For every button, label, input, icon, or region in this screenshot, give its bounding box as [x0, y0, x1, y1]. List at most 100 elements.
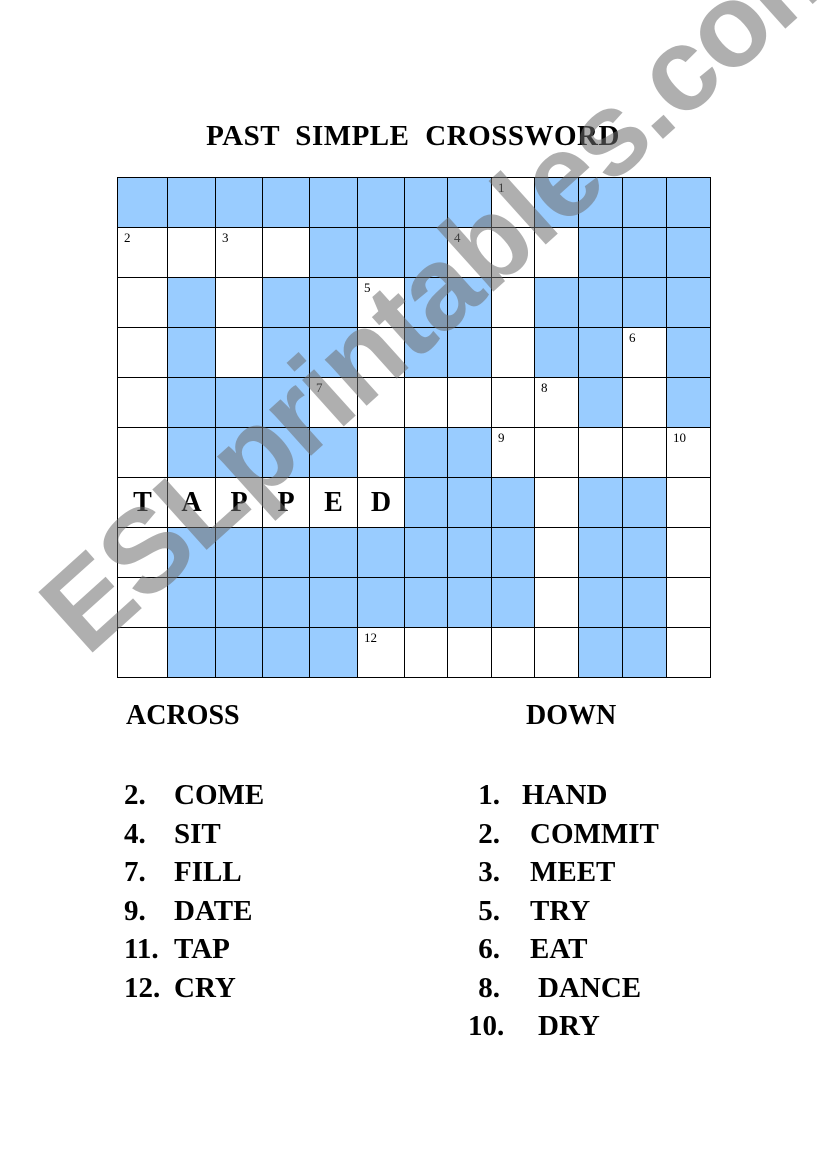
grid-cell-open[interactable]: 3 [216, 228, 263, 278]
grid-cell-blocked [168, 378, 216, 428]
grid-cell-blocked [168, 578, 216, 628]
across-clue: 12. CRY [124, 969, 264, 1008]
grid-cell-open[interactable]: D [358, 478, 405, 528]
grid-cell-open[interactable]: 1 [492, 178, 535, 228]
across-clue-list: 2. COME 4. SIT 7. FILL 9. DATE 11. TAP 12. CRY [124, 776, 264, 1007]
grid-cell-blocked [448, 328, 492, 378]
grid-cell-blocked [667, 328, 711, 378]
grid-cell-open[interactable] [118, 628, 168, 678]
grid-cell-open[interactable]: 7 [310, 378, 358, 428]
clue-number-label: 2. [124, 779, 146, 811]
grid-cell-blocked [448, 278, 492, 328]
grid-cell-open[interactable] [168, 228, 216, 278]
grid-cell-blocked [216, 428, 263, 478]
grid-cell-open[interactable] [358, 328, 405, 378]
grid-cell-open[interactable] [492, 628, 535, 678]
grid-cell-blocked [263, 428, 310, 478]
grid-cell-open[interactable] [579, 428, 623, 478]
grid-cell-open[interactable]: P [263, 478, 310, 528]
grid-cell-blocked [168, 328, 216, 378]
clue-number-label: 5. [478, 894, 500, 927]
grid-cell-blocked [405, 178, 448, 228]
across-clue: 7. FILL [124, 853, 264, 892]
grid-cell-open[interactable] [448, 628, 492, 678]
grid-cell-open[interactable] [535, 578, 579, 628]
clue-number-label: 9. [124, 894, 146, 927]
clue-number: 9 [498, 430, 505, 445]
grid-cell-open[interactable] [535, 428, 579, 478]
grid-cell-open[interactable] [492, 228, 535, 278]
grid-cell-blocked [263, 178, 310, 228]
grid-cell-open[interactable] [358, 428, 405, 478]
grid-cell-open[interactable]: 2 [118, 228, 168, 278]
grid-cell-open[interactable] [667, 478, 711, 528]
filled-letter: D [370, 486, 392, 518]
clue-word: FILL [174, 856, 242, 888]
down-clue: 1. HAND [468, 776, 659, 815]
page-title: PAST SIMPLE CROSSWORD [206, 120, 620, 152]
grid-cell-blocked [579, 378, 623, 428]
grid-cell-open[interactable] [623, 428, 667, 478]
grid-cell-blocked [263, 278, 310, 328]
grid-cell-open[interactable]: 6 [623, 328, 667, 378]
clue-word: DRY [538, 1010, 600, 1042]
crossword-grid: 1 2 3 4 5 6 7 8 9 10 T A P P E D 12 [117, 177, 711, 678]
grid-cell-open[interactable] [358, 378, 405, 428]
grid-cell-open[interactable] [492, 328, 535, 378]
grid-cell-open[interactable] [667, 628, 711, 678]
clue-word: SIT [174, 817, 221, 850]
grid-cell-open[interactable] [118, 528, 168, 578]
grid-cell-blocked [310, 328, 358, 378]
grid-cell-open[interactable] [118, 378, 168, 428]
grid-cell-open[interactable]: 9 [492, 428, 535, 478]
clue-number-label: 7. [124, 856, 146, 888]
grid-cell-open[interactable]: 5 [358, 278, 405, 328]
grid-cell-open[interactable]: A [168, 478, 216, 528]
grid-cell-open[interactable] [492, 278, 535, 328]
grid-cell-open[interactable] [535, 478, 579, 528]
grid-cell-open[interactable] [118, 578, 168, 628]
filled-letter: P [230, 486, 248, 518]
grid-cell-open[interactable] [623, 378, 667, 428]
grid-cell-open[interactable] [492, 378, 535, 428]
clue-number: 3 [222, 230, 229, 245]
grid-cell-blocked [358, 228, 405, 278]
down-clue: 6. EAT [468, 930, 659, 969]
grid-cell-blocked [579, 628, 623, 678]
grid-cell-blocked [448, 428, 492, 478]
grid-cell-blocked [623, 528, 667, 578]
grid-cell-open[interactable] [216, 328, 263, 378]
grid-cell-blocked [310, 578, 358, 628]
grid-cell-open[interactable] [535, 528, 579, 578]
grid-cell-open[interactable] [667, 578, 711, 628]
grid-cell-blocked [623, 578, 667, 628]
grid-cell-open[interactable] [448, 378, 492, 428]
grid-cell-open[interactable]: T [118, 478, 168, 528]
grid-cell-open[interactable] [667, 528, 711, 578]
grid-cell-blocked [358, 178, 405, 228]
grid-cell-blocked [405, 478, 448, 528]
grid-cell-open[interactable] [535, 228, 579, 278]
grid-cell-blocked [310, 278, 358, 328]
grid-cell-open[interactable] [405, 628, 448, 678]
clue-number: 5 [364, 280, 371, 295]
grid-cell-open[interactable] [118, 278, 168, 328]
clue-number-label: 4. [124, 817, 146, 850]
grid-cell-blocked [579, 328, 623, 378]
grid-cell-open[interactable]: P [216, 478, 263, 528]
grid-cell-open[interactable] [535, 628, 579, 678]
grid-cell-open[interactable]: 12 [358, 628, 405, 678]
down-clue: 3. MEET [468, 853, 659, 892]
grid-cell-open[interactable] [405, 378, 448, 428]
grid-cell-open[interactable] [118, 328, 168, 378]
grid-cell-open[interactable]: 8 [535, 378, 579, 428]
filled-letter: A [181, 486, 202, 518]
grid-cell-open[interactable] [118, 428, 168, 478]
grid-cell-open[interactable] [216, 278, 263, 328]
grid-cell-open[interactable]: 10 [667, 428, 711, 478]
across-clue: 4. SIT [124, 815, 264, 854]
grid-cell-open[interactable]: E [310, 478, 358, 528]
grid-cell-open[interactable]: 4 [448, 228, 492, 278]
grid-cell-open[interactable] [263, 228, 310, 278]
grid-cell-blocked [405, 528, 448, 578]
